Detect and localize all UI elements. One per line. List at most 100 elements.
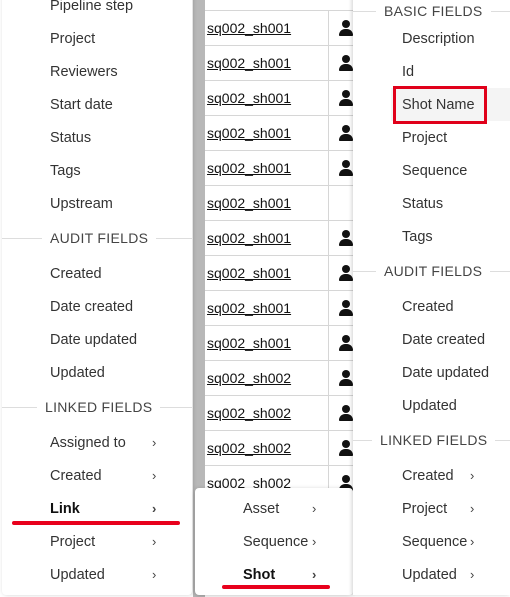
table-row[interactable]: sq002_sh001 xyxy=(205,325,365,361)
table-row[interactable]: sq002_sh001 xyxy=(205,255,365,291)
shot-link[interactable]: sq002_sh001 xyxy=(207,335,291,351)
menu-item-sequence[interactable]: Sequence xyxy=(402,154,467,187)
menu-item-project[interactable]: Project xyxy=(402,121,447,154)
menu-item-project[interactable]: Project xyxy=(50,22,95,55)
menu-item-linked-project[interactable]: Project › xyxy=(50,525,165,558)
chevron-right-icon: › xyxy=(312,534,317,549)
chevron-right-icon: › xyxy=(152,501,157,516)
menu-item-label: Shot xyxy=(243,566,276,583)
menu-item-tags[interactable]: Tags xyxy=(50,154,81,187)
menu-item-label: Sequence xyxy=(402,533,468,550)
annotation-underline xyxy=(12,521,180,525)
shot-link[interactable]: sq002_sh001 xyxy=(207,160,291,176)
table-row[interactable]: sq002_sh002 xyxy=(205,430,365,466)
menu-item-linked-project[interactable]: Project › xyxy=(402,492,492,525)
menu-item-updated[interactable]: Updated xyxy=(50,356,105,389)
menu-item-label: Sequence xyxy=(243,533,309,550)
menu-item-linked-sequence[interactable]: Sequence › xyxy=(402,525,492,558)
menu-item-linked-updated[interactable]: Updated › xyxy=(402,558,492,591)
shot-link[interactable]: sq002_sh001 xyxy=(207,90,291,106)
menu-item-created[interactable]: Created xyxy=(50,257,102,290)
menu-item-status[interactable]: Status xyxy=(402,187,443,220)
table-row[interactable]: sq002_sh001 xyxy=(205,45,365,81)
person-icon xyxy=(339,335,353,351)
person-icon xyxy=(339,20,353,36)
shot-link[interactable]: sq002_sh001 xyxy=(207,195,291,211)
menu-item-linked-created[interactable]: Created › xyxy=(50,459,165,492)
menu-item-label: Link xyxy=(50,500,80,517)
menu-item-tags[interactable]: Tags xyxy=(402,220,433,253)
table-row[interactable]: sq002_sh001 xyxy=(205,80,365,116)
chevron-right-icon: › xyxy=(152,435,157,450)
section-header-basic-fields: BASIC FIELDS xyxy=(353,1,510,21)
menu-item-label: Asset xyxy=(243,500,280,517)
menu-item-id[interactable]: Id xyxy=(402,55,414,88)
person-icon xyxy=(339,300,353,316)
chevron-right-icon: › xyxy=(312,567,317,582)
table-row[interactable]: sq002_sh002 xyxy=(205,395,365,431)
shot-link[interactable]: sq002_sh002 xyxy=(207,440,291,456)
person-icon xyxy=(339,55,353,71)
section-header-linked-fields: LINKED FIELDS xyxy=(353,430,510,450)
person-icon xyxy=(339,230,353,246)
menu-item-linked-created[interactable]: Created › xyxy=(402,459,492,492)
chevron-right-icon: › xyxy=(152,534,157,549)
shot-link[interactable]: sq002_sh001 xyxy=(207,55,291,71)
shot-link[interactable]: sq002_sh001 xyxy=(207,125,291,141)
chevron-right-icon: › xyxy=(470,534,475,549)
menu-item-updated[interactable]: Updated xyxy=(402,389,457,422)
menu-item-label: Project xyxy=(402,500,448,517)
menu-item-label: Created xyxy=(402,467,454,484)
table-row[interactable]: sq002_sh001 xyxy=(205,150,365,186)
shot-link[interactable]: sq002_sh002 xyxy=(207,370,291,386)
table-row[interactable]: sq002_sh001 xyxy=(205,220,365,256)
menu-item-date-created[interactable]: Date created xyxy=(50,290,133,323)
person-icon xyxy=(339,440,353,456)
shot-link[interactable]: sq002_sh002 xyxy=(207,405,291,421)
chevron-right-icon: › xyxy=(152,468,157,483)
person-icon xyxy=(339,160,353,176)
menu-item-date-created[interactable]: Date created xyxy=(402,323,485,356)
table-row[interactable]: sq002_sh001 xyxy=(205,290,365,326)
section-header-audit-fields: AUDIT FIELDS xyxy=(2,228,192,248)
menu-item-start-date[interactable]: Start date xyxy=(50,88,113,121)
shot-link[interactable]: sq002_sh001 xyxy=(207,20,291,36)
menu-item-label: Project xyxy=(50,533,96,550)
menu-item-date-updated[interactable]: Date updated xyxy=(50,323,137,356)
menu-item-upstream[interactable]: Upstream xyxy=(50,187,113,220)
person-icon xyxy=(339,125,353,141)
person-icon xyxy=(339,265,353,281)
table-row[interactable]: sq002_sh001 xyxy=(205,115,365,151)
menu-item-label: Updated xyxy=(402,566,457,583)
annotation-underline xyxy=(222,585,330,589)
annotation-box xyxy=(393,86,487,124)
chevron-right-icon: › xyxy=(152,567,157,582)
menu-item-label: Created xyxy=(50,467,102,484)
menu-item-reviewers[interactable]: Reviewers xyxy=(50,55,118,88)
menu-item-linked-updated[interactable]: Updated › xyxy=(50,558,165,591)
menu-item-assigned-to[interactable]: Assigned to › xyxy=(50,426,165,459)
menu-item-created[interactable]: Created xyxy=(402,290,454,323)
table-row[interactable]: sq002_sh001 xyxy=(205,10,365,46)
section-header-audit-fields: AUDIT FIELDS xyxy=(353,261,510,281)
shot-link[interactable]: sq002_sh001 xyxy=(207,265,291,281)
menu-item-date-updated[interactable]: Date updated xyxy=(402,356,489,389)
menu-item-label: Assigned to xyxy=(50,434,126,451)
chevron-right-icon: › xyxy=(312,501,317,516)
section-header-linked-fields: LINKED FIELDS xyxy=(2,397,192,417)
menu-item-description[interactable]: Description xyxy=(402,22,475,55)
submenu-item-asset[interactable]: Asset › xyxy=(243,492,328,525)
menu-item-pipeline-step[interactable]: Pipeline step xyxy=(50,0,133,22)
submenu-item-sequence[interactable]: Sequence › xyxy=(243,525,328,558)
chevron-right-icon: › xyxy=(470,501,475,516)
shot-link[interactable]: sq002_sh001 xyxy=(207,300,291,316)
person-icon xyxy=(339,370,353,386)
person-icon xyxy=(339,405,353,421)
menu-item-status[interactable]: Status xyxy=(50,121,91,154)
table-row[interactable]: sq002_sh001 xyxy=(205,185,365,221)
table-row[interactable]: sq002_sh002 xyxy=(205,360,365,396)
person-icon xyxy=(339,90,353,106)
shot-link[interactable]: sq002_sh001 xyxy=(207,230,291,246)
chevron-right-icon: › xyxy=(470,468,475,483)
chevron-right-icon: › xyxy=(470,567,475,582)
